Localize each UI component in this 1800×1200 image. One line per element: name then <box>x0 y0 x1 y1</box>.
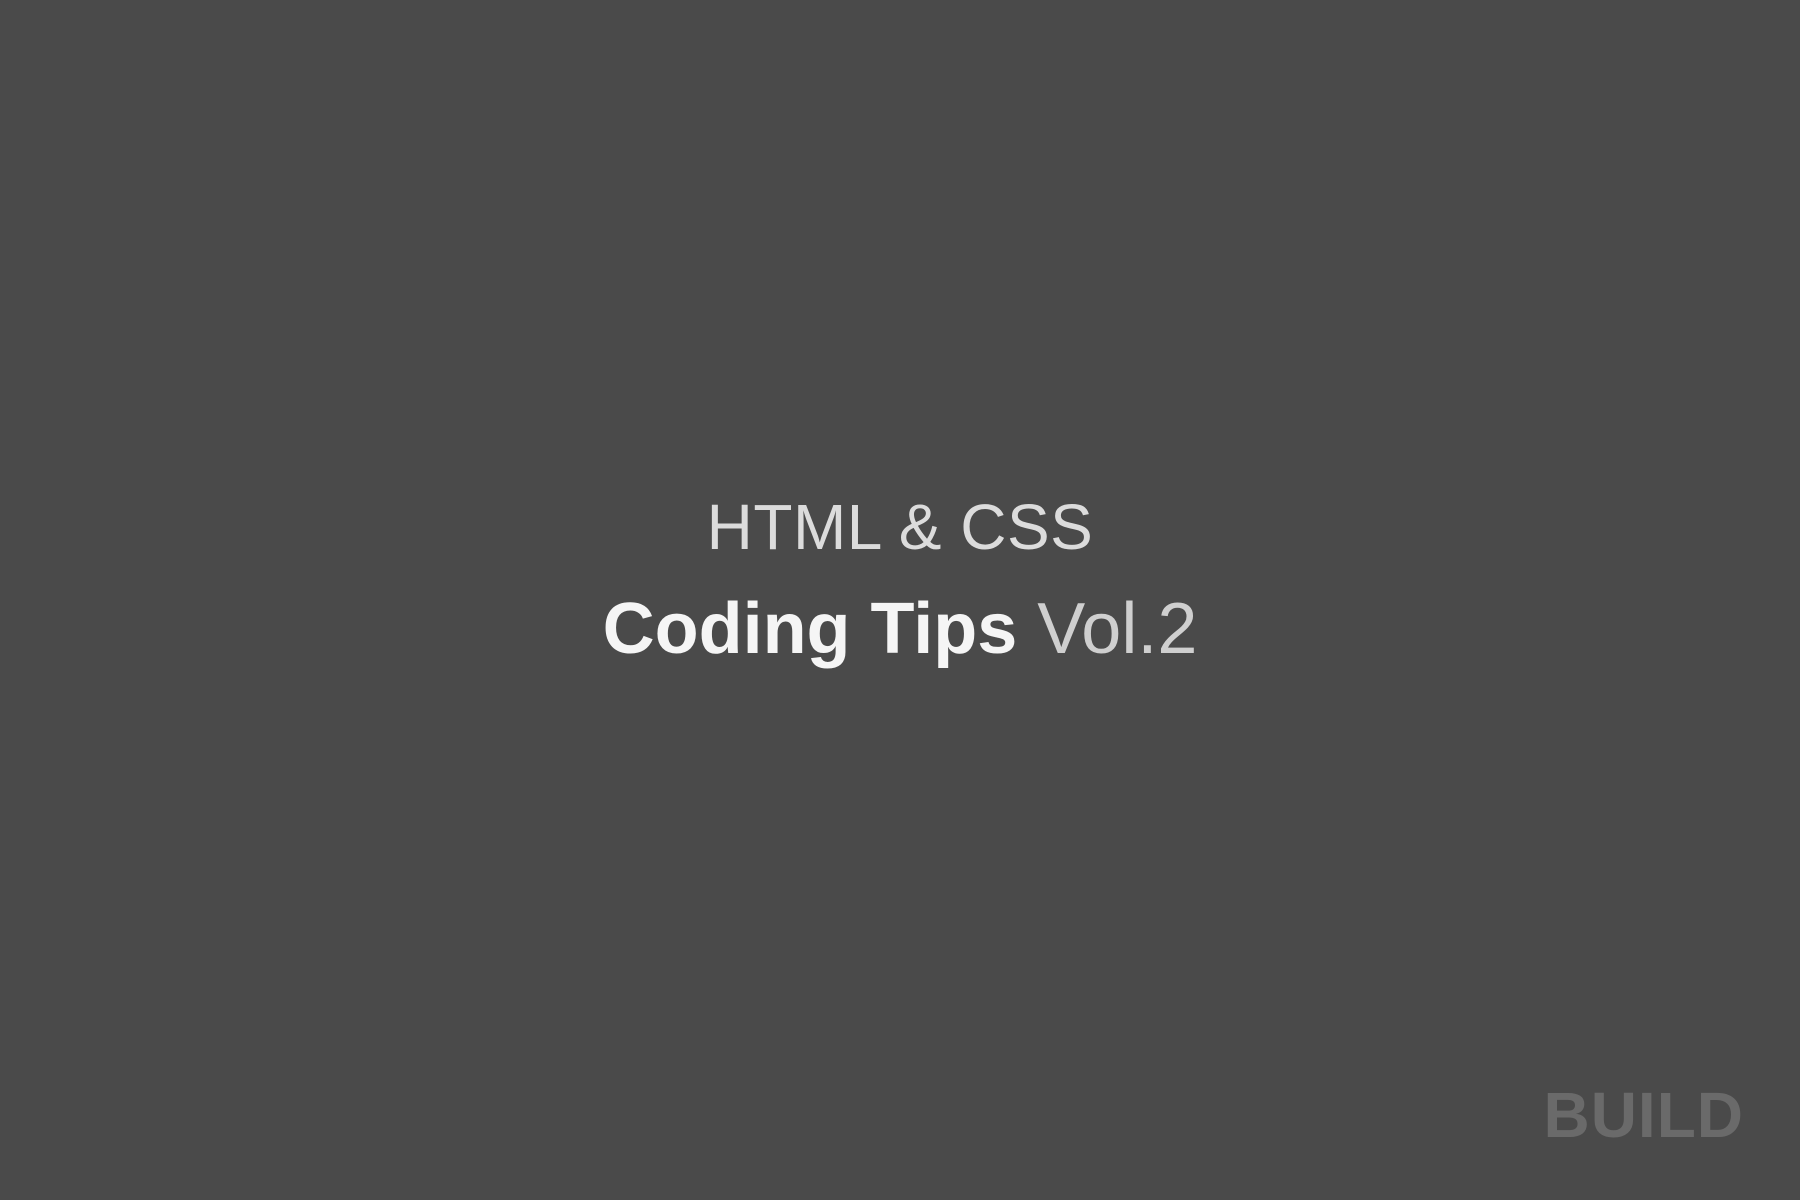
title-line-1: HTML & CSS <box>603 490 1198 564</box>
title-block: HTML & CSS Coding Tips Vol.2 <box>603 490 1198 670</box>
title-light-text: Vol.2 <box>1017 589 1197 669</box>
title-bold-text: Coding Tips <box>603 589 1018 669</box>
watermark-logo: BUILD <box>1543 1078 1744 1152</box>
title-line-2: Coding Tips Vol.2 <box>603 588 1198 670</box>
